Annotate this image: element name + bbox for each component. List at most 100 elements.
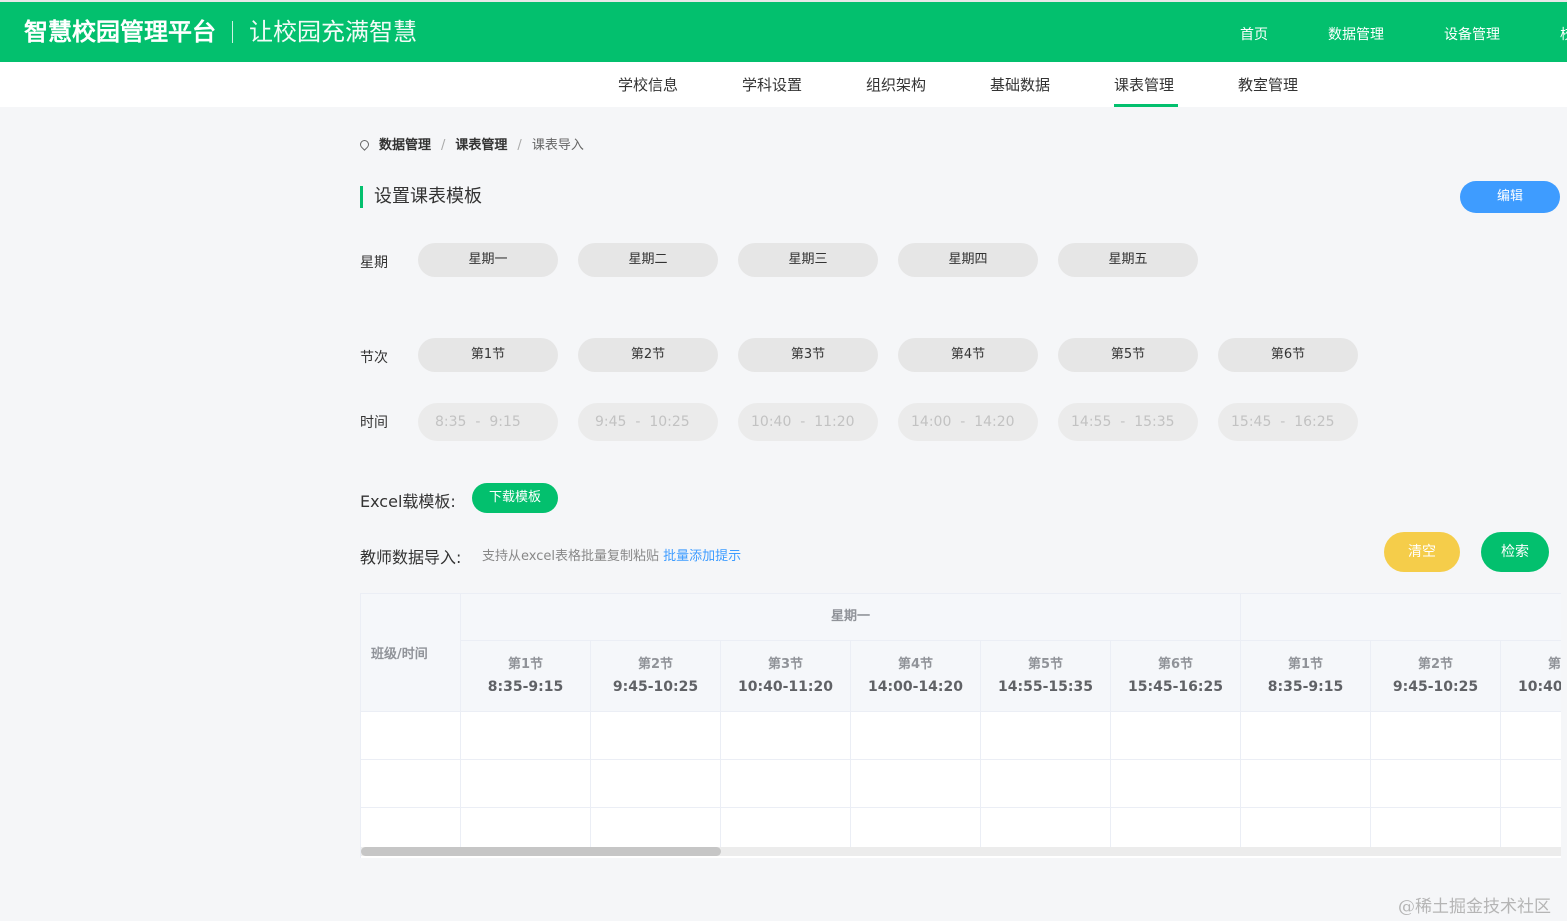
table-cell[interactable]: [721, 760, 851, 808]
subnav-school-info[interactable]: 学校信息: [618, 74, 678, 95]
table-cell[interactable]: [1111, 760, 1241, 808]
batch-add-tips-link[interactable]: 批量添加提示: [663, 549, 741, 564]
table-cell[interactable]: [461, 712, 591, 760]
table-cell[interactable]: [1241, 712, 1371, 760]
topnav-data-management[interactable]: 数据管理: [1328, 24, 1384, 44]
period-name: 第1节: [507, 657, 544, 672]
period-name: 第3节: [1547, 657, 1561, 672]
table-cell[interactable]: [1501, 712, 1561, 760]
weekday-label: 星期: [360, 255, 388, 271]
import-hint-text: 支持从excel表格批量复制粘贴: [482, 549, 659, 564]
top-header: 智慧校园管理平台 让校园充满智慧 首页 数据管理 设备管理 校: [0, 0, 1567, 62]
subnav-basic-data[interactable]: 基础数据: [990, 74, 1050, 95]
period-name: 第6节: [1157, 657, 1194, 672]
weekday-pill-thu[interactable]: 星期四: [898, 243, 1038, 277]
table-cell[interactable]: [1371, 712, 1501, 760]
time-range-input[interactable]: 15:45 - 16:25: [1218, 403, 1358, 441]
table-cell[interactable]: [1501, 760, 1561, 808]
period-time: 8:35-9:15: [487, 679, 564, 695]
period-pill-5[interactable]: 第5节: [1058, 338, 1198, 372]
table-period-header: 第2节 9:45-10:25: [1371, 641, 1501, 712]
topnav-home[interactable]: 首页: [1240, 24, 1268, 44]
period-time: 8:35-9:15: [1267, 679, 1344, 695]
brand-divider: [232, 21, 233, 43]
table-cell[interactable]: [1241, 760, 1371, 808]
period-pill-1[interactable]: 第1节: [418, 338, 558, 372]
period-time: 9:45-10:25: [612, 679, 699, 695]
table-cell[interactable]: [981, 712, 1111, 760]
period-name: 第5节: [1027, 657, 1064, 672]
table-day-header: [1241, 594, 1561, 641]
breadcrumb-data-management[interactable]: 数据管理: [379, 138, 431, 153]
clear-button[interactable]: 清空: [1384, 532, 1460, 572]
sub-navigation: 学校信息 学科设置 组织架构 基础数据 课表管理 教室管理: [0, 62, 1567, 107]
breadcrumb-separator: /: [517, 138, 522, 153]
time-end: 9:15: [489, 414, 521, 430]
period-time: 10:40-11:20: [1518, 679, 1561, 695]
table-cell[interactable]: [1371, 760, 1501, 808]
time-range-input[interactable]: 8:35 - 9:15: [418, 403, 558, 441]
period-time: 9:45-10:25: [1392, 679, 1479, 695]
table-cell[interactable]: [1111, 712, 1241, 760]
excel-template-label: Excel载模板:: [360, 492, 456, 511]
weekday-pill-fri[interactable]: 星期五: [1058, 243, 1198, 277]
time-range-input[interactable]: 9:45 - 10:25: [578, 403, 718, 441]
breadcrumb: 数据管理 / 课表管理 / 课表导入: [358, 134, 584, 153]
period-pill-2[interactable]: 第2节: [578, 338, 718, 372]
period-time: 15:45-16:25: [1128, 679, 1223, 695]
topnav-device-management[interactable]: 设备管理: [1444, 24, 1500, 44]
time-dash: -: [960, 414, 966, 430]
table-cell[interactable]: [591, 712, 721, 760]
subnav-schedule-management[interactable]: 课表管理: [1114, 74, 1174, 95]
table-cell[interactable]: [851, 760, 981, 808]
table-period-header: 第2节 9:45-10:25: [591, 641, 721, 712]
table-day-header: 星期一: [461, 594, 1241, 641]
table-cell[interactable]: [981, 760, 1111, 808]
table-period-header: 第1节 8:35-9:15: [1241, 641, 1371, 712]
time-label: 时间: [360, 415, 388, 431]
location-pin-icon: [358, 138, 371, 151]
table-period-header: 第3节 10:40-11:20: [721, 641, 851, 712]
time-start: 14:55: [1071, 414, 1112, 430]
weekday-pill-wed[interactable]: 星期三: [738, 243, 878, 277]
subnav-classroom-management[interactable]: 教室管理: [1238, 74, 1298, 95]
subnav-active-indicator: [1114, 104, 1178, 107]
table-period-header: 第6节 15:45-16:25: [1111, 641, 1241, 712]
period-name: 第2节: [1417, 657, 1454, 672]
breadcrumb-schedule-management[interactable]: 课表管理: [455, 138, 507, 153]
time-dash: -: [475, 414, 481, 430]
subnav-org-structure[interactable]: 组织架构: [866, 74, 926, 95]
horizontal-scrollbar-thumb[interactable]: [361, 847, 721, 856]
table-row-class-cell[interactable]: [361, 760, 461, 808]
search-button[interactable]: 检索: [1481, 532, 1549, 572]
download-template-button[interactable]: 下载模板: [472, 483, 558, 513]
import-hint: 支持从excel表格批量复制粘贴 批量添加提示: [482, 545, 741, 564]
table-cell[interactable]: [721, 712, 851, 760]
watermark: @稀土掘金技术社区: [1398, 897, 1551, 917]
schedule-table[interactable]: 班级/时间 星期一 第1节 8:35-9:15 第2节 9:45-10:25 第3节…: [360, 593, 1561, 858]
weekday-pill-tue[interactable]: 星期二: [578, 243, 718, 277]
topnav-more[interactable]: 校: [1560, 24, 1567, 44]
time-range-input[interactable]: 10:40 - 11:20: [738, 403, 878, 441]
period-pill-4[interactable]: 第4节: [898, 338, 1038, 372]
table-period-header: 第4节 14:00-14:20: [851, 641, 981, 712]
edit-button[interactable]: 编辑: [1460, 181, 1560, 213]
table-cell[interactable]: [591, 760, 721, 808]
time-range-input[interactable]: 14:00 - 14:20: [898, 403, 1038, 441]
period-time: 14:55-15:35: [998, 679, 1093, 695]
period-pill-3[interactable]: 第3节: [738, 338, 878, 372]
time-dash: -: [1280, 414, 1286, 430]
subnav-subject-settings[interactable]: 学科设置: [742, 74, 802, 95]
time-dash: -: [1120, 414, 1126, 430]
time-range-input[interactable]: 14:55 - 15:35: [1058, 403, 1198, 441]
table-row-class-cell[interactable]: [361, 712, 461, 760]
weekday-pill-mon[interactable]: 星期一: [418, 243, 558, 277]
period-time: 14:00-14:20: [868, 679, 963, 695]
table-cell[interactable]: [851, 712, 981, 760]
period-time: 10:40-11:20: [738, 679, 833, 695]
table-corner-header: 班级/时间: [361, 594, 461, 712]
period-name: 第3节: [767, 657, 804, 672]
period-pill-6[interactable]: 第6节: [1218, 338, 1358, 372]
table-cell[interactable]: [461, 760, 591, 808]
period-name: 第4节: [897, 657, 934, 672]
